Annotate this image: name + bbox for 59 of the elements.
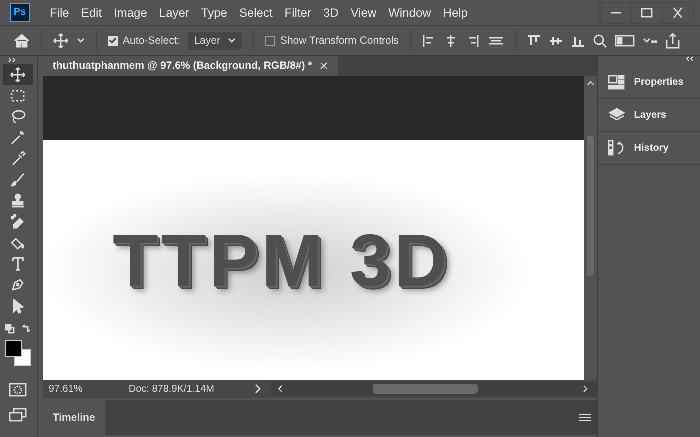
default-colors-icon xyxy=(5,324,16,334)
menu-item[interactable]: Image xyxy=(108,6,154,20)
scrollbar-thumb[interactable] xyxy=(372,384,478,394)
search-icon xyxy=(592,34,607,48)
app-logo: Ps xyxy=(10,3,30,22)
expand-icon xyxy=(8,57,16,63)
pen-icon xyxy=(10,276,26,292)
swap-colors-icon xyxy=(21,324,32,334)
lasso-icon xyxy=(10,108,26,124)
timeline-tab[interactable]: Timeline xyxy=(42,400,106,435)
checkbox[interactable] xyxy=(265,36,276,46)
menu-item[interactable]: Window xyxy=(382,6,438,20)
close-icon xyxy=(320,62,328,70)
frame-icon xyxy=(614,34,635,48)
scroll-left-icon xyxy=(276,385,283,393)
more-icon xyxy=(642,36,657,44)
document-tab[interactable]: thuthuatphanmem @ 97.6% (Background, RGB/8#) * xyxy=(42,56,338,76)
menu-item[interactable]: 3D xyxy=(317,6,345,20)
menu-item[interactable]: Type xyxy=(195,6,234,20)
zoom-level[interactable]: 97.61% xyxy=(42,384,129,394)
transform-controls-label: Show Transform Controls xyxy=(280,34,399,46)
scroll-up-icon xyxy=(586,80,595,86)
scroll-right-icon xyxy=(583,385,590,393)
menu-item[interactable]: Edit xyxy=(75,6,108,20)
auto-select-label: Auto-Select: xyxy=(123,34,180,46)
wand-icon xyxy=(10,130,26,146)
menu-item[interactable]: View xyxy=(344,6,383,20)
doc-size: Doc: 878.9K/1.14M xyxy=(128,384,216,394)
properties-icon xyxy=(608,74,626,90)
move-icon xyxy=(10,66,26,82)
eraser-icon xyxy=(10,214,26,230)
history-icon xyxy=(608,140,626,156)
panel-menu-icon xyxy=(579,414,592,422)
collapse-icon xyxy=(686,56,694,62)
menu-item[interactable]: Layer xyxy=(153,6,196,20)
menu-item[interactable]: Select xyxy=(233,6,279,20)
type-tool-icon xyxy=(10,256,26,272)
move-icon xyxy=(53,32,69,48)
caret-icon xyxy=(228,38,236,44)
align-left-icon xyxy=(422,34,436,48)
dashed-rectangle-icon xyxy=(10,88,26,104)
screen-mode-icon xyxy=(9,408,28,422)
eyedropper-icon xyxy=(10,150,26,166)
quick-mask-icon xyxy=(9,382,28,396)
menu-item[interactable]: Help xyxy=(437,6,474,20)
share-icon xyxy=(664,32,681,48)
tool-button[interactable] xyxy=(3,64,34,85)
menu-item[interactable]: File xyxy=(44,6,76,20)
target-dropdown[interactable]: Layer xyxy=(188,32,242,50)
brush-icon xyxy=(10,172,26,188)
stamp-icon xyxy=(10,192,26,208)
chevron-right-icon xyxy=(254,384,261,394)
caret-icon xyxy=(77,38,85,44)
menu-item[interactable]: Filter xyxy=(278,6,318,20)
layers-icon xyxy=(608,107,626,123)
align-top-icon xyxy=(526,34,541,48)
color-swatches-icon xyxy=(3,338,34,368)
home-icon xyxy=(14,34,30,48)
canvas-text: TTPM 3D xyxy=(112,218,450,302)
